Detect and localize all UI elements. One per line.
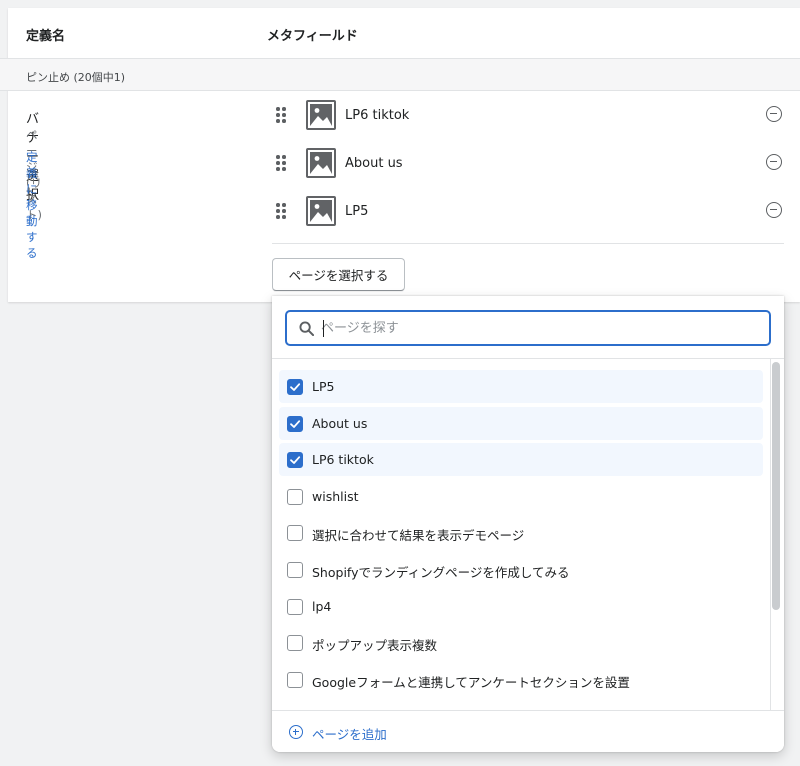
page-option-label: LP5 bbox=[312, 379, 335, 394]
checkmark-icon bbox=[290, 383, 301, 391]
page-picker-popover: LP5 About us LP6 tiktok wishlist 選択に合わせて結果を表… bbox=[272, 296, 784, 752]
page-option[interactable]: Googleフォームと連携してアンケートセクションを設置 bbox=[279, 663, 763, 696]
page-option[interactable]: lp4 bbox=[279, 590, 763, 623]
remove-circle-icon[interactable] bbox=[766, 202, 782, 218]
page-option[interactable]: wishlist bbox=[279, 480, 763, 513]
metafield-value-row: About us bbox=[272, 146, 784, 186]
page-option[interactable]: About us bbox=[279, 406, 763, 440]
checkbox[interactable] bbox=[287, 379, 303, 395]
page-option-label: Googleフォームと連携してアンケートセクションを設置 bbox=[312, 674, 630, 690]
column-header-metafield: メタフィールド bbox=[267, 29, 358, 44]
metafield-value-label: LP5 bbox=[345, 204, 369, 219]
checkbox[interactable] bbox=[287, 635, 303, 652]
checkmark-icon bbox=[290, 456, 301, 465]
checkbox[interactable] bbox=[287, 452, 303, 469]
image-icon bbox=[306, 148, 336, 178]
drag-handle-icon[interactable] bbox=[276, 107, 286, 123]
checkbox[interactable] bbox=[287, 488, 303, 505]
page-option-label: ポップアップ表示複数 bbox=[312, 638, 438, 654]
add-page-link[interactable]: ページを追加 bbox=[312, 724, 387, 743]
metafield-value-label: About us bbox=[345, 156, 403, 171]
plus-circle-icon[interactable] bbox=[289, 725, 303, 739]
pinned-count: ピン止め (20個中1) bbox=[26, 71, 126, 84]
metafield-value-row: LP5 bbox=[272, 194, 784, 234]
scrollbar-track bbox=[770, 359, 771, 711]
page-option[interactable]: ポップアップ表示複数 bbox=[279, 626, 763, 659]
go-to-definition-link[interactable]: 定義に移動する bbox=[26, 149, 38, 261]
divider bbox=[272, 358, 784, 359]
table-header: 定義名 メタフィールド bbox=[0, 0, 800, 59]
checkbox[interactable] bbox=[287, 671, 303, 688]
page-option[interactable]: Shopifyでランディングページを作成してみる bbox=[279, 553, 763, 586]
page-option-label: About us bbox=[312, 415, 368, 431]
remove-circle-icon[interactable] bbox=[766, 106, 782, 122]
page-option-label: wishlist bbox=[312, 488, 359, 504]
popover-footer: ページを追加 bbox=[272, 710, 784, 752]
metafield-card: 定義名 メタフィールド ピン止め (20個中1) バナー選択 ページ (リスト)… bbox=[0, 8, 800, 302]
drag-handle-icon[interactable] bbox=[276, 203, 286, 219]
metafield-value-row: LP6 tiktok bbox=[272, 98, 784, 138]
column-header-definition: 定義名 bbox=[26, 29, 66, 44]
checkbox[interactable] bbox=[287, 598, 303, 615]
page-option-label: lp4 bbox=[312, 598, 332, 614]
search-field[interactable] bbox=[285, 310, 771, 346]
checkbox[interactable] bbox=[287, 525, 303, 542]
page-option-label: LP6 tiktok bbox=[312, 452, 374, 468]
search-input[interactable] bbox=[321, 316, 761, 340]
scrollbar-thumb[interactable] bbox=[772, 362, 780, 610]
remove-circle-icon[interactable] bbox=[766, 154, 782, 170]
page-option-label: 選択に合わせて結果を表示デモページ bbox=[312, 528, 525, 544]
text-cursor bbox=[323, 320, 324, 337]
divider bbox=[272, 243, 784, 244]
checkbox[interactable] bbox=[287, 562, 303, 578]
page-option-label: Shopifyでランディングページを作成してみる bbox=[312, 565, 570, 580]
metafield-value-label: LP6 tiktok bbox=[345, 108, 410, 123]
page-option[interactable]: 選択に合わせて結果を表示デモページ bbox=[279, 516, 763, 549]
pinned-section-header: ピン止め (20個中1) bbox=[0, 59, 800, 91]
page-option[interactable]: LP6 tiktok bbox=[279, 443, 763, 477]
image-icon bbox=[306, 196, 336, 226]
search-icon bbox=[299, 321, 314, 336]
select-page-button[interactable]: ページを選択する bbox=[272, 258, 405, 291]
page-option[interactable]: LP5 bbox=[279, 370, 763, 403]
checkbox[interactable] bbox=[287, 415, 303, 432]
checkmark-icon bbox=[290, 419, 301, 428]
drag-handle-icon[interactable] bbox=[276, 155, 286, 171]
image-icon bbox=[306, 100, 336, 130]
